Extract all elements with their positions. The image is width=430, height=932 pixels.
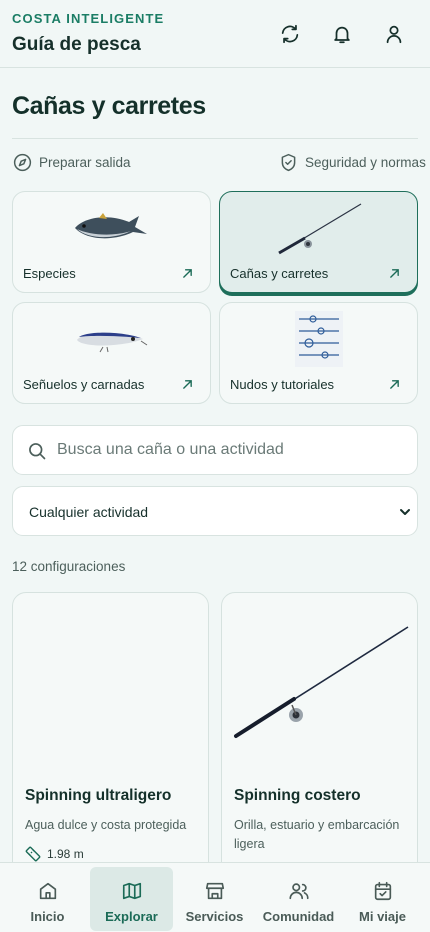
rod-card-costero[interactable]: Spinning costero Orilla, estuario y emba… [221,592,418,892]
nav-label: Explorar [105,909,158,924]
nav-inicio[interactable]: Inicio [6,867,89,931]
refresh-button[interactable] [274,18,306,50]
rod-name: Spinning costero [234,787,361,804]
rod-name: Spinning ultraligero [25,787,172,804]
activity-select[interactable]: Cualquier actividad [12,486,418,536]
category-card-canas[interactable]: Cañas y carretes [219,191,418,293]
nav-label: Comunidad [262,909,335,924]
category-card-senuelos[interactable]: Señuelos y carnadas [12,302,211,404]
tuna-image [75,213,147,239]
page-title: Cañas y carretes [12,92,206,120]
chevron-down-icon [400,509,410,515]
app-title: Guía de pesca [12,34,141,55]
lure-image [77,332,148,353]
safety-rules-link[interactable]: Seguridad y normas [278,152,426,173]
rod-description: Orilla, estuario y embarcación ligera [234,818,400,851]
rod-image [278,203,362,255]
arrow-up-right-icon [390,380,399,389]
store-icon [205,882,224,900]
ruler-icon [25,846,41,862]
refresh-icon [281,24,299,44]
prepare-trip-label: Preparar salida [39,155,131,170]
category-label: Cañas y carretes [230,266,329,281]
user-icon [386,25,402,44]
notifications-button[interactable] [326,18,358,50]
nav-label: Servicios [185,909,244,924]
search-icon [29,443,46,460]
rod-card-ultraligero[interactable]: Spinning ultraligero Agua dulce y costa … [12,592,209,892]
nav-mi-viaje[interactable]: Mi viaje [341,867,424,931]
category-label: Señuelos y carnadas [23,377,145,392]
category-label: Especies [23,266,76,281]
bottom-nav: Inicio Explorar Servicios Comunidad Mi v… [0,862,430,932]
calendar-check-icon [374,881,391,901]
nav-label: Inicio [30,909,65,924]
shield-check-icon [281,153,296,172]
search-box [12,425,418,475]
nav-comunidad[interactable]: Comunidad [257,867,340,931]
home-icon [39,882,56,900]
profile-button[interactable] [378,18,410,50]
knots-image [295,311,343,367]
rod-length: 1.98 m [25,846,84,862]
brand-name: COSTA INTELIGENTE [12,11,165,26]
rod-description: Agua dulce y costa protegida [25,818,187,832]
people-icon [288,883,309,900]
category-label: Nudos y tutoriales [230,377,335,392]
arrow-up-right-icon [183,269,192,278]
app-header: COSTA INTELIGENTE Guía de pesca [0,0,430,68]
activity-select-value: Cualquier actividad [29,504,149,520]
results-count: 12 configuraciones [12,559,126,574]
map-icon [122,882,141,900]
nav-explorar[interactable]: Explorar [90,867,173,931]
divider [12,138,418,139]
safety-rules-label: Seguridad y normas [305,155,426,170]
nav-label: Mi viaje [359,909,406,924]
category-card-especies[interactable]: Especies [12,191,211,293]
spinning-rod-image [234,626,409,738]
nav-servicios[interactable]: Servicios [173,867,256,931]
arrow-up-right-icon [390,269,399,278]
search-input[interactable] [57,426,407,474]
category-card-nudos[interactable]: Nudos y tutoriales [219,302,418,404]
compass-icon [13,153,32,172]
arrow-up-right-icon [183,380,192,389]
prepare-trip-link[interactable]: Preparar salida [12,152,131,173]
bell-icon [334,26,350,44]
rod-length-value: 1.98 m [47,847,84,861]
